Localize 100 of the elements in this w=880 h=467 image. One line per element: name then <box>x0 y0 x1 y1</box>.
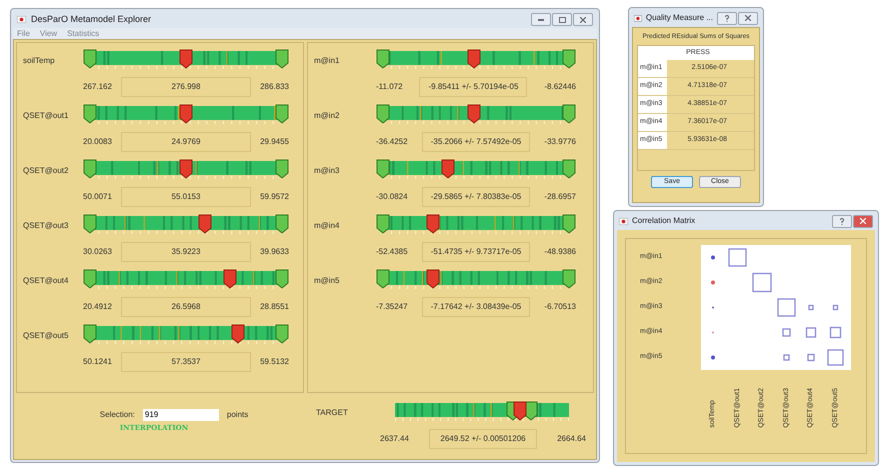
maximize-icon <box>558 16 566 22</box>
minimum-value: 20.0083 <box>83 136 112 148</box>
range-thumb[interactable] <box>562 49 576 69</box>
maximum-value: 2664.64 <box>557 433 586 445</box>
unit-label: points <box>226 409 248 421</box>
minimize-button[interactable] <box>531 13 551 26</box>
range-thumb[interactable] <box>376 104 390 124</box>
window-title: Correlation Matrix <box>632 215 696 227</box>
maximum-value: -28.6957 <box>544 191 576 203</box>
help-button[interactable] <box>717 12 737 24</box>
current-value-field: -9.85411 +/- 5.70194e-05 <box>419 77 528 97</box>
close-icon <box>745 15 751 21</box>
variable-label: QSET@out3 <box>23 220 70 232</box>
current-value-field: 35.9223 <box>121 242 251 262</box>
value-thumb[interactable] <box>179 104 193 124</box>
selection-input[interactable]: 919 <box>142 409 219 421</box>
value-thumb[interactable] <box>198 214 212 234</box>
value-thumb[interactable] <box>223 269 238 289</box>
minimum-value: 20.4912 <box>83 301 112 313</box>
app-icon <box>17 16 26 23</box>
value-thumb[interactable] <box>179 159 193 179</box>
range-thumb[interactable] <box>562 159 576 179</box>
current-value-field: 24.9769 <box>121 132 251 152</box>
close-icon <box>580 16 586 22</box>
value-thumb[interactable] <box>441 159 456 179</box>
value-thumb[interactable] <box>467 49 482 69</box>
current-value-field: -51.4735 +/- 9.73717e-05 <box>422 242 530 262</box>
maximum-value: 39.9633 <box>260 246 289 258</box>
range-thumb[interactable] <box>376 49 390 69</box>
range-thumb[interactable] <box>83 104 97 124</box>
maximum-value: -6.70513 <box>544 301 576 313</box>
value-thumb[interactable] <box>426 214 440 234</box>
range-thumb[interactable] <box>275 324 289 344</box>
variable-label: m@in3 <box>314 165 340 177</box>
range-thumb[interactable] <box>83 214 97 234</box>
minimum-value: -52.4385 <box>376 246 408 258</box>
close-button[interactable] <box>853 214 873 228</box>
range-thumb[interactable] <box>83 269 97 289</box>
range-thumb[interactable] <box>275 49 289 69</box>
range-thumb[interactable] <box>275 214 289 234</box>
variable-label: QSET@out5 <box>23 330 70 342</box>
value-thumb[interactable] <box>467 104 482 124</box>
range-thumb[interactable] <box>562 269 576 289</box>
app-icon <box>634 14 642 22</box>
variable-label: m@in5 <box>314 275 340 287</box>
current-value-field: -29.5865 +/- 7.80383e-05 <box>422 187 530 207</box>
value-thumb[interactable] <box>513 401 528 421</box>
maximum-value: -48.9386 <box>544 246 576 258</box>
help-button[interactable] <box>832 214 852 228</box>
value-thumb[interactable] <box>426 269 440 289</box>
minimum-value: 30.0263 <box>83 246 112 258</box>
range-thumb[interactable] <box>275 104 289 124</box>
window-title: DesParO Metamodel Explorer <box>31 12 152 26</box>
minimize-icon <box>538 18 544 20</box>
minimum-value: -30.0824 <box>376 191 408 203</box>
variable-label: QSET@out4 <box>23 275 70 287</box>
variable-label: soilTemp <box>23 55 56 67</box>
maximum-value: -8.62446 <box>544 81 576 93</box>
maximum-value: 286.833 <box>260 81 289 93</box>
current-value-field: 55.0153 <box>121 187 251 207</box>
range-thumb[interactable] <box>275 269 289 289</box>
minimum-value: 50.1241 <box>83 356 112 368</box>
range-thumb[interactable] <box>275 159 289 179</box>
close-button[interactable] <box>573 13 593 26</box>
range-thumb[interactable] <box>562 104 576 124</box>
close-icon <box>860 218 866 224</box>
range-thumb[interactable] <box>376 214 390 234</box>
range-thumb[interactable] <box>376 269 390 289</box>
variable-label: m@in1 <box>314 55 340 67</box>
minimum-value: 50.0071 <box>83 191 112 203</box>
variable-label: m@in4 <box>314 220 340 232</box>
help-icon <box>840 218 844 224</box>
minimum-value: -7.35247 <box>376 301 408 313</box>
current-value-field: 57.3537 <box>121 352 251 372</box>
range-thumb[interactable] <box>83 159 97 179</box>
target-label: TARGET <box>316 407 349 419</box>
variable-label: QSET@out2 <box>23 165 70 177</box>
maximum-value: 29.9455 <box>260 136 289 148</box>
maximum-value: 59.9572 <box>260 191 289 203</box>
window-title: Quality Measure ... <box>646 12 713 24</box>
minimum-value: 2637.44 <box>380 433 409 445</box>
range-thumb[interactable] <box>562 214 576 234</box>
selection-label: Selection: <box>100 409 135 421</box>
value-thumb[interactable] <box>230 324 245 344</box>
range-thumb[interactable] <box>83 324 97 344</box>
range-thumb[interactable] <box>83 49 97 69</box>
variable-label: QSET@out1 <box>23 110 70 122</box>
close-button[interactable] <box>738 12 758 24</box>
current-value-field: -35.2066 +/- 7.57492e-05 <box>422 132 530 152</box>
maximum-value: 28.8551 <box>260 301 289 313</box>
help-icon <box>725 14 729 22</box>
current-value-field: 2649.52 +/- 0.00501206 <box>429 429 537 449</box>
minimum-value: -11.072 <box>376 81 403 93</box>
maximize-button[interactable] <box>552 13 572 26</box>
value-thumb[interactable] <box>179 49 193 69</box>
minimum-value: 267.162 <box>83 81 112 93</box>
variable-label: m@in2 <box>314 110 340 122</box>
range-thumb[interactable] <box>376 159 390 179</box>
current-value-field: 276.998 <box>121 77 251 97</box>
minimum-value: -36.4252 <box>376 136 408 148</box>
